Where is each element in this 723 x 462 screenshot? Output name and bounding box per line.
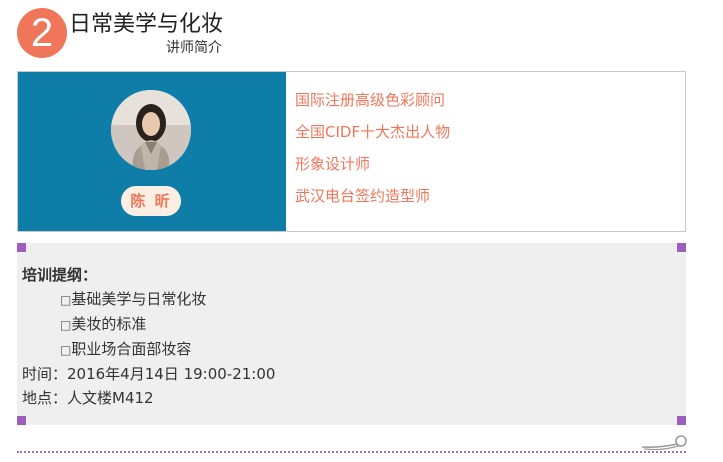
event-time: 时间：2016年4月14日 19:00-21:00 [22,365,276,383]
checkbox-icon: □ [60,318,72,332]
step-number-badge: 2 [17,8,67,58]
scissors-icon [640,434,688,460]
outline-item-label: 美妆的标准 [71,315,147,333]
outline-item: □职业场合面部妆容 [22,337,275,362]
instructor-title-item: 全国CIDF十大杰出人物 [295,123,451,141]
checkbox-icon: □ [60,293,72,307]
corner-marker [17,416,26,425]
dotted-cut-line [17,451,686,453]
page-title: 日常美学与化妆 [69,12,224,37]
avatar-illustration [111,90,191,170]
outline-item: □基础美学与日常化妆 [22,287,275,312]
section-subtitle: 讲师简介 [166,40,222,56]
instructor-titles: 国际注册高级色彩顾问 全国CIDF十大杰出人物 形象设计师 武汉电台签约造型师 [295,88,450,216]
instructor-title-item: 形象设计师 [295,155,371,173]
outline-item-label: 职业场合面部妆容 [71,340,192,358]
corner-marker [677,416,686,425]
outline-heading: 培训提纲： [22,266,98,284]
checkbox-icon: □ [60,343,72,357]
instructor-name: 陈 昕 [121,186,181,216]
event-location: 地点：人文楼M412 [22,389,154,407]
instructor-photo-panel: 陈 昕 [18,72,286,231]
avatar [111,90,191,170]
corner-marker [677,243,686,252]
instructor-title-item: 武汉电台签约造型师 [295,187,431,205]
outline-content: 培训提纲： □基础美学与日常化妆 □美妆的标准 □职业场合面部妆容 时间：201… [22,263,275,410]
instructor-title-item: 国际注册高级色彩顾问 [295,91,446,109]
instructor-card: 陈 昕 国际注册高级色彩顾问 全国CIDF十大杰出人物 形象设计师 武汉电台签约… [17,71,686,232]
training-outline-box: 培训提纲： □基础美学与日常化妆 □美妆的标准 □职业场合面部妆容 时间：201… [17,243,686,425]
corner-marker [17,243,26,252]
outline-item-label: 基础美学与日常化妆 [71,290,207,308]
outline-item: □美妆的标准 [22,312,275,337]
